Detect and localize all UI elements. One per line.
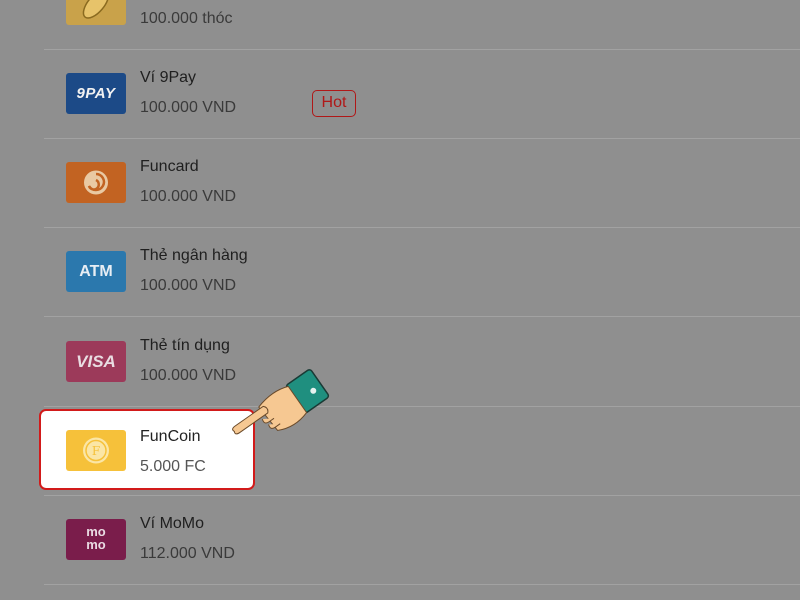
pointing-hand-icon	[232, 369, 330, 435]
payment-amount: 100.000 VND	[140, 277, 237, 294]
payment-method-list: 100.000 thóc 9PAY Ví 9Pay 100.000 VND Ho…	[0, 0, 800, 600]
payment-amount: 100.000 VND	[140, 367, 237, 384]
payment-method-funcoin[interactable]: F FunCoin 5.000 FC	[39, 409, 255, 490]
atm-card-icon: ATM	[66, 251, 126, 292]
hot-badge: Hot	[312, 90, 356, 117]
rice-grain-icon	[66, 0, 126, 25]
payment-amount: 5.000 FC	[140, 458, 206, 475]
payment-name: Thẻ tín dụng	[140, 337, 230, 354]
payment-amount: 112.000 VND	[140, 545, 235, 562]
payment-name: Ví MoMo	[140, 515, 205, 532]
momo-logo-icon: mo mo	[66, 519, 126, 560]
payment-amount: 100.000 thóc	[140, 10, 233, 27]
payment-method-thoc[interactable]: 100.000 thóc	[44, 0, 800, 50]
payment-method-bank-card[interactable]: ATM Thẻ ngân hàng 100.000 VND	[44, 228, 800, 317]
payment-method-9pay[interactable]: 9PAY Ví 9Pay 100.000 VND Hot	[44, 50, 800, 139]
payment-method-credit-card[interactable]: VISA Thẻ tín dụng 100.000 VND	[44, 318, 800, 407]
payment-method-funcard[interactable]: Funcard 100.000 VND	[44, 139, 800, 228]
payment-name: Ví 9Pay	[140, 69, 197, 86]
9pay-logo-icon: 9PAY	[66, 73, 126, 114]
funcoin-icon: F	[66, 430, 126, 471]
payment-method-momo[interactable]: mo mo Ví MoMo 112.000 VND	[44, 496, 800, 585]
payment-name: Funcard	[140, 158, 199, 175]
funcard-logo-icon	[66, 162, 126, 203]
payment-name: FunCoin	[140, 428, 201, 445]
payment-amount: 100.000 VND	[140, 188, 237, 205]
payment-amount: 100.000 VND	[140, 99, 237, 116]
payment-name: Thẻ ngân hàng	[140, 247, 248, 264]
visa-card-icon: VISA	[66, 341, 126, 382]
svg-text:F: F	[92, 444, 100, 458]
